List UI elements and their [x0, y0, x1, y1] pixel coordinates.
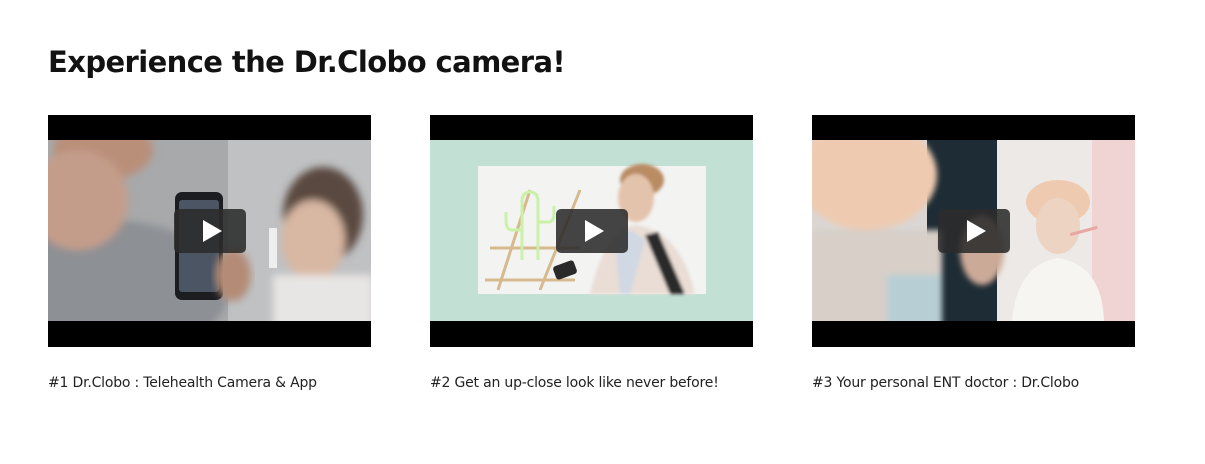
video-player-1[interactable] [48, 115, 371, 347]
video-caption-1: #1 Dr.Clobo : Telehealth Camera & App [48, 375, 317, 391]
video-card-3: #3 Your personal ENT doctor : Dr.Clobo [812, 115, 1135, 391]
video-caption-2: #2 Get an up-close look like never befor… [430, 375, 719, 391]
video-list: #1 Dr.Clobo : Telehealth Camera & App #2… [48, 115, 1135, 391]
play-icon [584, 220, 604, 242]
section-title: Experience the Dr.Clobo camera! [48, 45, 566, 79]
play-button-1[interactable] [174, 209, 246, 253]
video-player-2[interactable] [430, 115, 753, 347]
play-icon [966, 220, 986, 242]
video-caption-3: #3 Your personal ENT doctor : Dr.Clobo [812, 375, 1080, 391]
video-player-3[interactable] [812, 115, 1135, 347]
video-card-2: #2 Get an up-close look like never befor… [430, 115, 753, 391]
play-button-3[interactable] [938, 209, 1010, 253]
play-icon [202, 220, 222, 242]
play-button-2[interactable] [556, 209, 628, 253]
video-card-1: #1 Dr.Clobo : Telehealth Camera & App [48, 115, 371, 391]
video-section: Experience the Dr.Clobo camera! #1 Dr.Cl… [0, 0, 1205, 464]
